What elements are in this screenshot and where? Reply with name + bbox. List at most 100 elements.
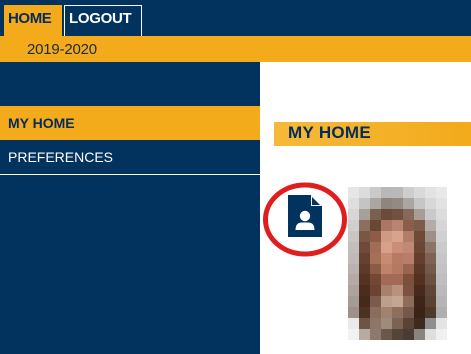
photo-pixel: [436, 187, 447, 198]
photo-pixel: [359, 187, 370, 198]
photo-pixel: [381, 274, 392, 286]
photo-pixel: [348, 219, 359, 231]
photo-pixel: [403, 318, 414, 330]
photo-pixel: [348, 197, 359, 209]
photo-pixel: [403, 187, 414, 198]
photo-pixel: [414, 329, 425, 340]
photo-pixel: [436, 318, 447, 330]
photo-pixel: [348, 318, 359, 330]
photo-pixel: [436, 285, 447, 297]
top-nav-bar: HOME LOGOUT: [0, 0, 471, 36]
sidebar-item-label: MY HOME: [8, 115, 75, 131]
photo-pixel: [348, 274, 359, 286]
school-year-label: 2019-2020: [27, 41, 97, 58]
photo-pixel: [381, 296, 392, 308]
tab-logout[interactable]: LOGOUT: [64, 5, 142, 36]
photo-pixel: [403, 241, 414, 253]
photo-pixel: [359, 285, 370, 297]
profile-photo: [348, 187, 447, 340]
photo-pixel: [359, 318, 370, 330]
photo-pixel: [359, 329, 370, 340]
photo-pixel: [359, 230, 370, 242]
photo-pixel: [414, 296, 425, 308]
photo-pixel: [348, 296, 359, 308]
photo-pixel: [403, 208, 414, 220]
sidebar-item-my-home[interactable]: MY HOME: [0, 106, 260, 140]
photo-pixel: [436, 241, 447, 253]
sidebar-item-preferences[interactable]: PREFERENCES: [0, 142, 260, 175]
photo-pixel: [392, 307, 403, 319]
photo-pixel: [370, 318, 381, 330]
photo-pixel: [359, 208, 370, 220]
photo-pixel: [436, 208, 447, 220]
photo-pixel: [436, 274, 447, 286]
photo-pixel: [392, 187, 403, 198]
photo-pixel: [436, 307, 447, 319]
photo-pixel: [414, 274, 425, 286]
tab-home[interactable]: HOME: [4, 5, 62, 36]
photo-pixel: [392, 230, 403, 242]
sidebar-item-label: PREFERENCES: [8, 149, 114, 165]
photo-pixel: [392, 263, 403, 275]
photo-pixel: [381, 197, 392, 209]
user-document-icon[interactable]: [288, 195, 322, 237]
photo-pixel: [414, 252, 425, 264]
photo-pixel: [414, 208, 425, 220]
photo-pixel: [381, 307, 392, 319]
photo-pixel: [359, 219, 370, 231]
photo-pixel: [414, 187, 425, 198]
photo-pixel: [359, 307, 370, 319]
photo-pixel: [414, 197, 425, 209]
photo-pixel: [392, 197, 403, 209]
photo-pixel: [403, 307, 414, 319]
photo-pixel: [359, 197, 370, 209]
photo-pixel: [436, 263, 447, 275]
photo-pixel: [425, 187, 436, 198]
photo-pixel: [436, 296, 447, 308]
photo-pixel: [425, 241, 436, 253]
photo-pixel: [370, 285, 381, 297]
photo-pixel: [348, 230, 359, 242]
photo-pixel: [392, 329, 403, 340]
photo-pixel: [425, 296, 436, 308]
photo-pixel: [359, 263, 370, 275]
photo-pixel: [381, 318, 392, 330]
photo-pixel: [403, 252, 414, 264]
photo-pixel: [403, 197, 414, 209]
photo-pixel: [381, 241, 392, 253]
photo-pixel: [359, 274, 370, 286]
photo-pixel: [403, 274, 414, 286]
photo-pixel: [348, 329, 359, 340]
photo-pixel: [381, 252, 392, 264]
photo-pixel: [425, 274, 436, 286]
photo-pixel: [348, 307, 359, 319]
photo-pixel: [370, 197, 381, 209]
photo-pixel: [392, 285, 403, 297]
photo-pixel: [392, 318, 403, 330]
photo-pixel: [436, 329, 447, 340]
photo-pixel: [392, 241, 403, 253]
photo-pixel: [392, 252, 403, 264]
photo-pixel: [425, 318, 436, 330]
photo-pixel: [414, 219, 425, 231]
page-title-bar: MY HOME: [274, 122, 471, 146]
photo-pixel: [392, 219, 403, 231]
photo-pixel: [414, 241, 425, 253]
photo-pixel: [370, 208, 381, 220]
photo-pixel: [381, 187, 392, 198]
photo-pixel: [425, 285, 436, 297]
photo-pixel: [370, 274, 381, 286]
photo-pixel: [392, 208, 403, 220]
photo-pixel: [425, 307, 436, 319]
photo-pixel: [370, 230, 381, 242]
photo-pixel: [403, 285, 414, 297]
photo-pixel: [348, 187, 359, 198]
photo-pixel: [436, 252, 447, 264]
photo-pixel: [348, 252, 359, 264]
photo-pixel: [425, 329, 436, 340]
photo-pixel: [414, 318, 425, 330]
photo-pixel: [348, 208, 359, 220]
photo-pixel: [414, 285, 425, 297]
photo-pixel: [403, 329, 414, 340]
sidebar: MY HOME PREFERENCES: [0, 62, 260, 354]
